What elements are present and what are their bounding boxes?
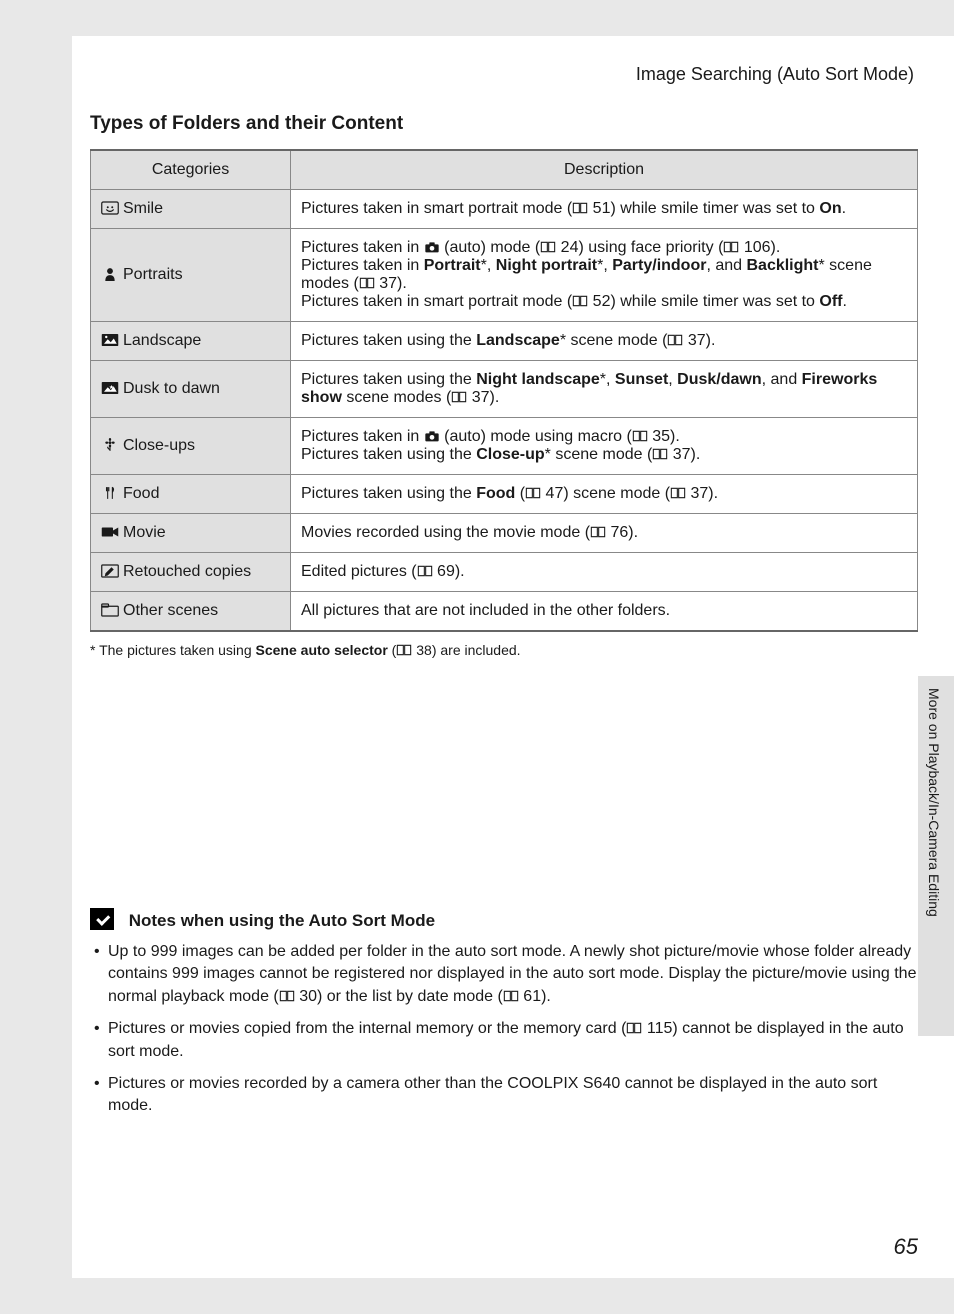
food-icon bbox=[101, 486, 119, 500]
category-cell: Other scenes bbox=[91, 592, 291, 632]
page-ref-icon bbox=[632, 429, 648, 441]
category-cell: Dusk to dawn bbox=[91, 361, 291, 418]
page-ref-icon bbox=[359, 276, 375, 288]
landscape-icon bbox=[101, 333, 119, 347]
page-ref-icon bbox=[279, 987, 295, 999]
notes-heading-text: Notes when using the Auto Sort Mode bbox=[129, 911, 435, 930]
th-description: Description bbox=[291, 150, 918, 190]
page-number: 65 bbox=[894, 1234, 918, 1260]
category-cell: Portraits bbox=[91, 229, 291, 322]
page-ref-icon bbox=[667, 333, 683, 345]
description-cell: Pictures taken in (auto) mode using macr… bbox=[291, 418, 918, 475]
category-label: Portraits bbox=[123, 266, 183, 283]
page-ref-icon bbox=[626, 1019, 642, 1031]
notes-list: Up to 999 images can be added per folder… bbox=[90, 941, 918, 1118]
table-row: Portraits Pictures taken in (auto) mode (… bbox=[91, 229, 918, 322]
page-ref-icon bbox=[723, 240, 739, 252]
description-cell: Pictures taken in (auto) mode ( 24) usin… bbox=[291, 229, 918, 322]
list-item: Pictures or movies copied from the inter… bbox=[90, 1018, 918, 1063]
page-ref-icon bbox=[590, 525, 606, 537]
list-item: Up to 999 images can be added per folder… bbox=[90, 941, 918, 1008]
page-ref-icon bbox=[540, 240, 556, 252]
list-item: Pictures or movies recorded by a camera … bbox=[90, 1073, 918, 1118]
description-cell: Pictures taken using the Food ( 47) scen… bbox=[291, 475, 918, 514]
table-row: Retouched copies Edited pictures ( 69). bbox=[91, 553, 918, 592]
description-cell: Movies recorded using the movie mode ( 7… bbox=[291, 514, 918, 553]
smile-icon bbox=[101, 201, 119, 215]
portrait-icon bbox=[101, 267, 119, 281]
table-row: Landscape Pictures taken using the Landsc… bbox=[91, 322, 918, 361]
side-tab-text: More on Playback/In-Camera Editing bbox=[918, 676, 950, 929]
page-ref-icon bbox=[652, 447, 668, 459]
page-ref-icon bbox=[417, 564, 433, 576]
other-icon bbox=[101, 603, 119, 617]
page-ref-icon bbox=[525, 486, 541, 498]
category-label: Retouched copies bbox=[123, 563, 251, 580]
side-tab: More on Playback/In-Camera Editing bbox=[918, 676, 954, 1036]
notes-heading: Notes when using the Auto Sort Mode bbox=[90, 908, 918, 931]
category-label: Dusk to dawn bbox=[123, 380, 220, 397]
description-cell: All pictures that are not included in th… bbox=[291, 592, 918, 632]
category-cell: Smile bbox=[91, 190, 291, 229]
category-label: Movie bbox=[123, 524, 166, 541]
category-label: Other scenes bbox=[123, 602, 218, 619]
table-row: Other scenes All pictures that are not in… bbox=[91, 592, 918, 632]
camera-icon bbox=[424, 240, 440, 252]
page-ref-icon bbox=[572, 201, 588, 213]
movie-icon bbox=[101, 525, 119, 539]
section-heading: Types of Folders and their Content bbox=[90, 113, 918, 135]
page-ref-icon bbox=[396, 643, 412, 655]
category-cell: Movie bbox=[91, 514, 291, 553]
category-cell: Landscape bbox=[91, 322, 291, 361]
category-label: Landscape bbox=[123, 332, 201, 349]
dusk-icon bbox=[101, 381, 119, 395]
category-label: Food bbox=[123, 485, 159, 502]
description-cell: Pictures taken in smart portrait mode ( … bbox=[291, 190, 918, 229]
table-row: Movie Movies recorded using the movie mod… bbox=[91, 514, 918, 553]
description-cell: Pictures taken using the Landscape* scen… bbox=[291, 322, 918, 361]
table-row: Dusk to dawn Pictures taken using the Nig… bbox=[91, 361, 918, 418]
description-cell: Pictures taken using the Night landscape… bbox=[291, 361, 918, 418]
notes-section: Notes when using the Auto Sort Mode Up t… bbox=[90, 908, 918, 1118]
page-breadcrumb: Image Searching (Auto Sort Mode) bbox=[90, 64, 914, 85]
check-icon bbox=[90, 908, 114, 930]
category-label: Smile bbox=[123, 200, 163, 217]
table-row: Smile Pictures taken in smart portrait mo… bbox=[91, 190, 918, 229]
description-cell: Edited pictures ( 69). bbox=[291, 553, 918, 592]
camera-icon bbox=[424, 429, 440, 441]
page-ref-icon bbox=[451, 390, 467, 402]
category-label: Close-ups bbox=[123, 437, 195, 454]
closeup-icon bbox=[101, 438, 119, 452]
table-row: Close-ups Pictures taken in (auto) mode u… bbox=[91, 418, 918, 475]
table-row: Food Pictures taken using the Food ( 47) … bbox=[91, 475, 918, 514]
page-ref-icon bbox=[572, 294, 588, 306]
category-cell: Close-ups bbox=[91, 418, 291, 475]
page-ref-icon bbox=[503, 987, 519, 999]
category-cell: Food bbox=[91, 475, 291, 514]
page-ref-icon bbox=[670, 486, 686, 498]
retouch-icon bbox=[101, 564, 119, 578]
document-page: Image Searching (Auto Sort Mode) Types o… bbox=[72, 36, 954, 1278]
category-cell: Retouched copies bbox=[91, 553, 291, 592]
table-footnote: * The pictures taken using Scene auto se… bbox=[90, 642, 918, 658]
th-categories: Categories bbox=[91, 150, 291, 190]
folders-table: Categories Description Smile Pictures tak… bbox=[90, 149, 918, 632]
